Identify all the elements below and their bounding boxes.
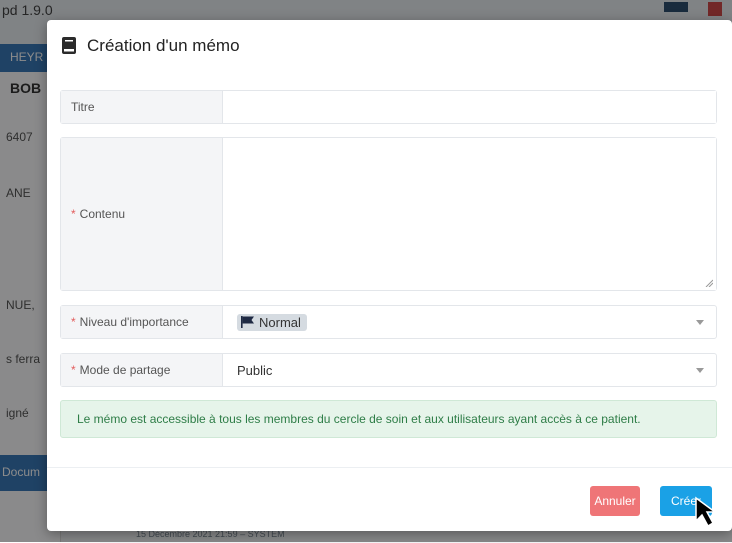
chevron-down-icon [696,368,704,373]
modal-title: Création d'un mémo [87,36,240,55]
create-memo-dialog: Création d'un mémo Titre * Contenu * Niv… [47,20,732,531]
resize-grip-icon[interactable] [705,279,713,287]
required-star: * [71,207,76,221]
modal-header: Création d'un mémo [47,20,732,70]
sharing-select[interactable]: * Mode de partage Public [60,353,717,387]
content-textarea[interactable] [224,138,716,290]
modal-footer: Annuler Créer [47,467,732,532]
importance-value: Normal [237,306,307,338]
importance-tag: Normal [237,313,307,331]
cancel-button[interactable]: Annuler [590,486,640,516]
title-input[interactable] [224,91,716,123]
chevron-down-icon [696,320,704,325]
sharing-label: * Mode de partage [61,354,223,386]
flag-icon [241,316,254,328]
required-star: * [71,315,76,329]
title-label: Titre [61,91,223,123]
content-label: * Contenu [61,138,223,290]
importance-label: * Niveau d'importance [61,306,223,338]
importance-select[interactable]: * Niveau d'importance Normal [60,305,717,339]
sharing-info-message: Le mémo est accessible à tous les membre… [60,400,717,438]
book-icon [62,37,76,54]
mouse-cursor-icon [695,496,718,528]
required-star: * [71,363,76,377]
content-field: * Contenu [60,137,717,291]
title-field: Titre [60,90,717,124]
sharing-value: Public [237,362,273,378]
